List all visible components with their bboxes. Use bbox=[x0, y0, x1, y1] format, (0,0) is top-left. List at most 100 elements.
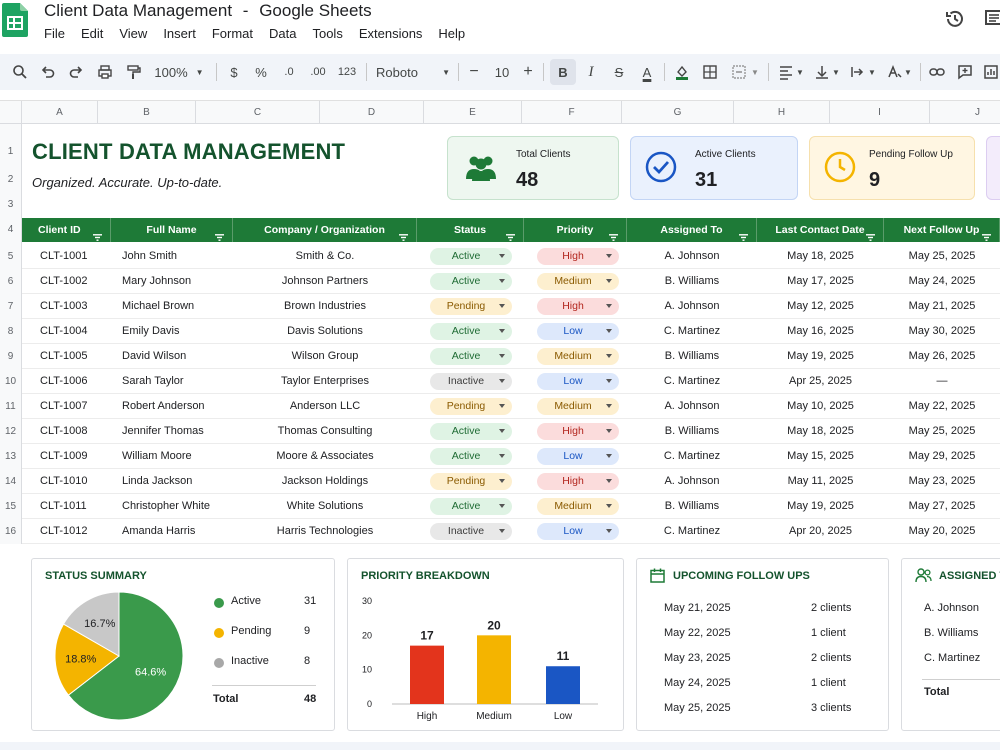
client-id-cell[interactable]: CLT-1011 bbox=[40, 494, 87, 519]
status-dropdown[interactable]: Active bbox=[430, 448, 512, 465]
company-cell[interactable]: Harris Technologies bbox=[233, 519, 417, 544]
assigned-to-cell[interactable]: C. Martinez bbox=[627, 519, 757, 544]
client-id-cell[interactable]: CLT-1009 bbox=[40, 444, 88, 469]
assigned-to-cell[interactable]: C. Martinez bbox=[627, 369, 757, 394]
row-header[interactable]: 12 bbox=[0, 419, 22, 444]
status-dropdown[interactable]: Active bbox=[430, 273, 512, 290]
column-header-d[interactable]: D bbox=[320, 101, 424, 124]
next-follow-up-cell[interactable]: May 29, 2025 bbox=[884, 444, 1000, 469]
search-menus-icon[interactable] bbox=[10, 54, 30, 90]
print-icon[interactable] bbox=[95, 54, 115, 90]
menu-data[interactable]: Data bbox=[261, 26, 304, 41]
filter-icon[interactable] bbox=[739, 226, 748, 241]
full-name-cell[interactable]: Jennifer Thomas bbox=[122, 419, 204, 444]
company-cell[interactable]: Smith & Co. bbox=[233, 244, 417, 269]
row-header[interactable]: 6 bbox=[0, 269, 22, 294]
company-cell[interactable]: Moore & Associates bbox=[233, 444, 417, 469]
increase-decimal-button[interactable]: .00 bbox=[306, 54, 330, 90]
version-history-icon[interactable] bbox=[944, 8, 966, 30]
priority-dropdown[interactable]: Medium bbox=[537, 498, 619, 515]
column-header-cell[interactable]: Status bbox=[417, 218, 524, 242]
company-cell[interactable]: Thomas Consulting bbox=[233, 419, 417, 444]
borders-icon[interactable] bbox=[700, 54, 720, 90]
column-header-f[interactable]: F bbox=[522, 101, 622, 124]
full-name-cell[interactable]: William Moore bbox=[122, 444, 192, 469]
column-header-g[interactable]: G bbox=[622, 101, 734, 124]
next-follow-up-cell[interactable]: May 25, 2025 bbox=[884, 419, 1000, 444]
assigned-to-cell[interactable]: A. Johnson bbox=[627, 294, 757, 319]
client-id-cell[interactable]: CLT-1012 bbox=[40, 519, 88, 544]
company-cell[interactable]: Johnson Partners bbox=[233, 269, 417, 294]
filter-icon[interactable] bbox=[215, 226, 224, 241]
full-name-cell[interactable]: Christopher White bbox=[122, 494, 210, 519]
filter-icon[interactable] bbox=[93, 226, 102, 241]
menu-file[interactable]: File bbox=[36, 26, 73, 41]
font-size-increase-button[interactable]: + bbox=[520, 54, 536, 90]
client-id-cell[interactable]: CLT-1003 bbox=[40, 294, 88, 319]
next-follow-up-cell[interactable]: — bbox=[884, 369, 1000, 394]
menu-tools[interactable]: Tools bbox=[304, 26, 350, 41]
assigned-to-cell[interactable]: B. Williams bbox=[627, 344, 757, 369]
last-contact-cell[interactable]: Apr 20, 2025 bbox=[757, 519, 884, 544]
company-cell[interactable]: Wilson Group bbox=[233, 344, 417, 369]
column-header-cell[interactable]: Last Contact Date bbox=[757, 218, 884, 242]
last-contact-cell[interactable]: May 16, 2025 bbox=[757, 319, 884, 344]
client-id-cell[interactable]: CLT-1008 bbox=[40, 419, 88, 444]
zoom-select[interactable]: 100% ▼ bbox=[150, 54, 208, 90]
priority-dropdown[interactable]: Low bbox=[537, 523, 619, 540]
last-contact-cell[interactable]: May 18, 2025 bbox=[757, 419, 884, 444]
client-id-cell[interactable]: CLT-1006 bbox=[40, 369, 88, 394]
bar-medium[interactable] bbox=[477, 635, 511, 704]
client-id-cell[interactable]: CLT-1010 bbox=[40, 469, 88, 494]
last-contact-cell[interactable]: May 10, 2025 bbox=[757, 394, 884, 419]
paint-format-icon[interactable] bbox=[123, 54, 143, 90]
full-name-cell[interactable]: Emily Davis bbox=[122, 319, 179, 344]
column-header-c[interactable]: C bbox=[196, 101, 320, 124]
doc-name[interactable]: Client Data Management bbox=[44, 1, 232, 20]
filter-icon[interactable] bbox=[609, 226, 618, 241]
assigned-to-cell[interactable]: C. Martinez bbox=[627, 444, 757, 469]
insert-chart-icon[interactable] bbox=[982, 54, 1000, 90]
company-cell[interactable]: Brown Industries bbox=[233, 294, 417, 319]
currency-format-button[interactable]: $ bbox=[226, 54, 242, 90]
full-name-cell[interactable]: John Smith bbox=[122, 244, 177, 269]
next-follow-up-cell[interactable]: May 27, 2025 bbox=[884, 494, 1000, 519]
insert-link-icon[interactable] bbox=[927, 54, 947, 90]
column-header-cell[interactable]: Priority bbox=[524, 218, 627, 242]
row-header[interactable]: 2 bbox=[0, 168, 22, 192]
status-dropdown[interactable]: Active bbox=[430, 348, 512, 365]
filter-icon[interactable] bbox=[506, 226, 515, 241]
last-contact-cell[interactable]: May 11, 2025 bbox=[757, 469, 884, 494]
row-header[interactable]: 7 bbox=[0, 294, 22, 319]
filter-icon[interactable] bbox=[399, 226, 408, 241]
last-contact-cell[interactable]: May 19, 2025 bbox=[757, 494, 884, 519]
bar-low[interactable] bbox=[546, 666, 580, 704]
status-dropdown[interactable]: Inactive bbox=[430, 373, 512, 390]
assigned-to-cell[interactable]: B. Williams bbox=[627, 269, 757, 294]
full-name-cell[interactable]: Linda Jackson bbox=[122, 469, 192, 494]
font-size-input[interactable]: 10 bbox=[488, 54, 516, 90]
assigned-to-cell[interactable]: B. Williams bbox=[627, 419, 757, 444]
priority-dropdown[interactable]: Medium bbox=[537, 273, 619, 290]
column-header-i[interactable]: I bbox=[830, 101, 930, 124]
merge-cells-icon[interactable]: ▼ bbox=[728, 54, 762, 90]
full-name-cell[interactable]: Sarah Taylor bbox=[122, 369, 184, 394]
bold-button[interactable]: B bbox=[550, 59, 576, 85]
full-name-cell[interactable]: Michael Brown bbox=[122, 294, 194, 319]
next-follow-up-cell[interactable]: May 20, 2025 bbox=[884, 519, 1000, 544]
column-header-cell[interactable]: Client ID bbox=[22, 218, 111, 242]
column-header-cell[interactable]: Company / Organization bbox=[233, 218, 417, 242]
last-contact-cell[interactable]: May 18, 2025 bbox=[757, 244, 884, 269]
full-name-cell[interactable]: Robert Anderson bbox=[122, 394, 205, 419]
assigned-to-cell[interactable]: C. Martinez bbox=[627, 319, 757, 344]
last-contact-cell[interactable]: May 12, 2025 bbox=[757, 294, 884, 319]
status-dropdown[interactable]: Pending bbox=[430, 473, 512, 490]
column-header-cell[interactable]: Full Name bbox=[111, 218, 233, 242]
row-header[interactable]: 14 bbox=[0, 469, 22, 494]
client-id-cell[interactable]: CLT-1001 bbox=[40, 244, 88, 269]
menu-help[interactable]: Help bbox=[430, 26, 473, 41]
row-header[interactable]: 10 bbox=[0, 369, 22, 394]
decrease-decimal-button[interactable]: .0 bbox=[279, 54, 299, 90]
redo-icon[interactable] bbox=[66, 54, 86, 90]
column-header-a[interactable]: A bbox=[22, 101, 98, 124]
